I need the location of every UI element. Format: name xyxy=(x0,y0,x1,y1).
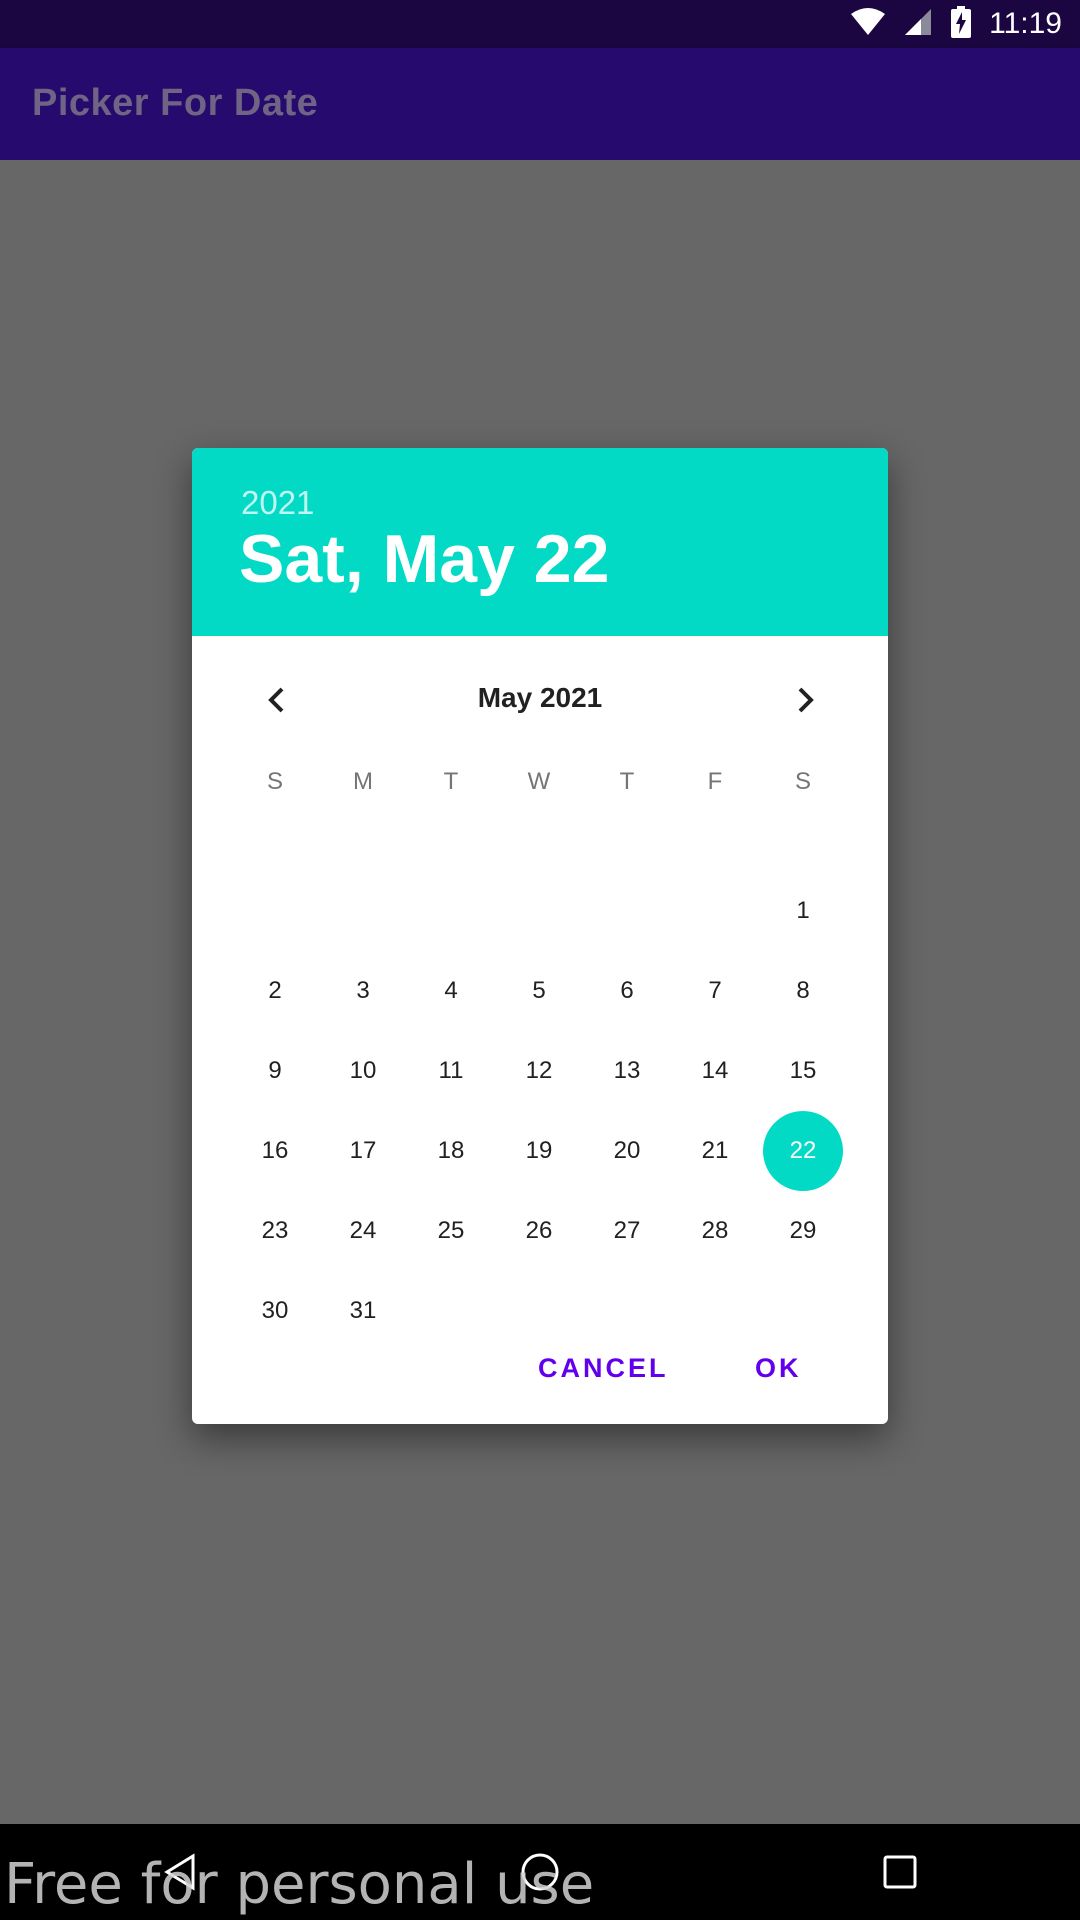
calendar-day[interactable]: 17 xyxy=(323,1111,403,1191)
calendar-day[interactable]: 27 xyxy=(587,1191,667,1271)
calendar-day[interactable]: 23 xyxy=(235,1191,315,1271)
calendar-day[interactable]: 19 xyxy=(499,1111,579,1191)
app-bar: Picker For Date xyxy=(0,48,1080,160)
calendar-day[interactable]: 8 xyxy=(763,951,843,1031)
battery-charging-icon xyxy=(951,5,972,43)
calendar-day[interactable]: 5 xyxy=(499,951,579,1031)
calendar-day[interactable]: 25 xyxy=(411,1191,491,1271)
calendar-day[interactable]: 26 xyxy=(499,1191,579,1271)
calendar-day[interactable]: 6 xyxy=(587,951,667,1031)
calendar-day[interactable]: 28 xyxy=(675,1191,755,1271)
cell-signal-icon xyxy=(903,7,933,42)
calendar-day[interactable]: 18 xyxy=(411,1111,491,1191)
dialog-actions: CANCEL OK xyxy=(192,1328,888,1424)
cancel-button[interactable]: CANCEL xyxy=(538,1338,669,1398)
calendar-day[interactable]: 4 xyxy=(411,951,491,1031)
calendar-day[interactable]: 13 xyxy=(587,1031,667,1111)
calendar-day[interactable]: 24 xyxy=(323,1191,403,1271)
watermark-text: Free for personal use xyxy=(4,1852,595,1917)
app-title: Picker For Date xyxy=(32,82,319,124)
status-clock: 11:19 xyxy=(989,7,1062,40)
calendar-day[interactable]: 21 xyxy=(675,1111,755,1191)
calendar-day[interactable]: 20 xyxy=(587,1111,667,1191)
status-bar: 11:19 xyxy=(0,0,1080,48)
calendar-day[interactable]: 3 xyxy=(323,951,403,1031)
calendar-day[interactable]: 12 xyxy=(499,1031,579,1111)
calendar-day[interactable]: 2 xyxy=(235,951,315,1031)
calendar-day-selected[interactable]: 22 xyxy=(763,1111,843,1191)
calendar-day[interactable]: 14 xyxy=(675,1031,755,1111)
recents-button[interactable] xyxy=(870,1842,930,1902)
recents-square-icon xyxy=(883,1855,917,1889)
wifi-icon xyxy=(851,7,886,41)
calendar-day[interactable]: 16 xyxy=(235,1111,315,1191)
date-picker-dialog: 2021 Sat, May 22 May 2021 S M T W T F S … xyxy=(192,448,888,1424)
calendar-day[interactable]: 10 xyxy=(323,1031,403,1111)
ok-button[interactable]: OK xyxy=(755,1338,802,1398)
calendar-day-grid: 1 2 3 4 5 6 7 8 9 10 11 12 13 14 15 16 1… xyxy=(192,448,888,1424)
calendar-day[interactable]: 11 xyxy=(411,1031,491,1111)
status-icons: 11:19 xyxy=(851,0,1062,48)
calendar-day[interactable]: 1 xyxy=(763,871,843,951)
calendar-day[interactable]: 29 xyxy=(763,1191,843,1271)
calendar-day[interactable]: 15 xyxy=(763,1031,843,1111)
calendar-day[interactable]: 9 xyxy=(235,1031,315,1111)
calendar-day[interactable]: 7 xyxy=(675,951,755,1031)
